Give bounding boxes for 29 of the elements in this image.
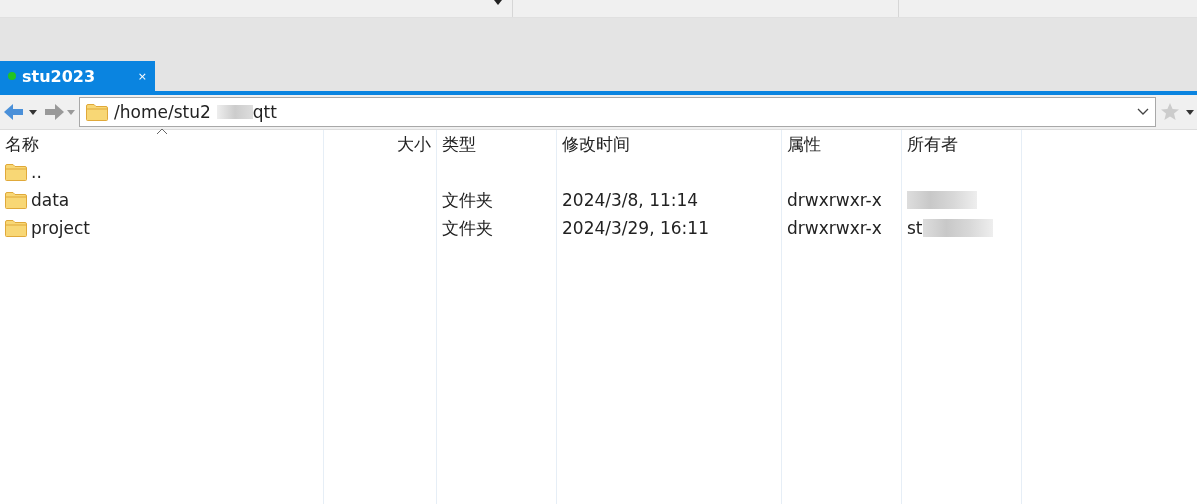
folder-icon (5, 219, 27, 237)
blurred-text (216, 105, 253, 119)
file-name[interactable]: data (31, 190, 70, 210)
column-header[interactable]: 修改时间 (557, 130, 782, 158)
folder-icon (5, 163, 27, 181)
dropdown-caret-icon (494, 0, 502, 5)
column-header[interactable]: 大小 (324, 130, 437, 158)
folder-icon (5, 191, 27, 209)
file-name[interactable]: project (31, 218, 90, 238)
close-icon[interactable]: × (137, 69, 147, 83)
permissions: drwxrwxr-x (787, 190, 882, 210)
permissions: drwxrwxr-x (787, 218, 882, 238)
file-type: 文件夹 (442, 188, 493, 212)
back-arrow-icon[interactable] (3, 102, 37, 122)
owner-name: st (907, 218, 923, 238)
file-name[interactable]: .. (31, 162, 42, 182)
star-icon[interactable] (1160, 102, 1194, 122)
column-header[interactable]: 类型 (437, 130, 557, 158)
status-dot-icon (8, 72, 16, 80)
dropdown-chevron-icon[interactable] (1137, 108, 1149, 116)
path-field[interactable]: /home/stu2 qtt (79, 97, 1156, 127)
modified-time: 2024/3/8, 11:14 (562, 190, 699, 210)
modified-time: 2024/3/29, 16:11 (562, 218, 709, 238)
column-header[interactable]: 属性 (782, 130, 902, 158)
column-header[interactable]: 所有者 (902, 130, 1022, 158)
column-header[interactable]: 名称 (0, 130, 324, 158)
session-tab[interactable]: stu2023 × (0, 61, 155, 91)
folder-icon (86, 103, 108, 121)
file-type: 文件夹 (442, 216, 493, 240)
